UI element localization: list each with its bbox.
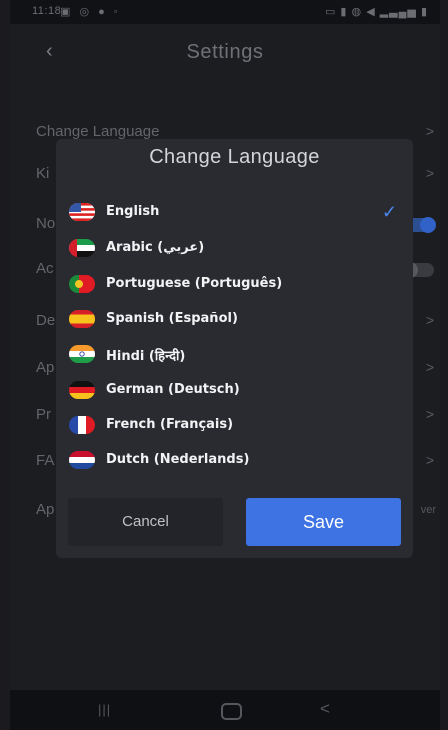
page-title: Settings [186,41,264,63]
language-option[interactable]: Dutch (Nederlands) [56,445,413,479]
settings-item-value: ver [420,504,436,516]
language-option[interactable]: German (Deutsch) [56,375,413,409]
language-label: Portuguese (Português) [106,276,283,291]
language-option[interactable]: Portuguese (Português) [56,269,413,303]
chevron-right-icon: > [425,359,434,375]
portugal-flag-icon [69,275,95,293]
india-flag-icon [69,345,95,363]
settings-item-label: Pr [36,406,51,423]
spain-flag-icon [69,310,95,328]
notification-icons: ▣ ◎ ● ◦ [60,6,121,18]
language-option[interactable]: English ✓ [56,197,413,231]
android-nav-bar: ||| < [10,690,440,730]
language-label: Arabic (عربي) [106,240,205,255]
nav-back-icon[interactable]: < [320,699,330,719]
language-label: German (Deutsch) [106,382,240,397]
language-label: Spanish (Español) [106,311,238,326]
status-bar: 11:18 ▣ ◎ ● ◦ ▭ ▮ ◍ ◀ ▂▃▄▅ ▮ [10,0,440,24]
france-flag-icon [69,416,95,434]
settings-item-label: No [36,215,56,232]
settings-item-label: Ac [36,260,54,277]
germany-flag-icon [69,381,95,399]
netherlands-flag-icon [69,451,95,469]
chevron-right-icon: > [425,123,434,139]
language-label: French (Français) [106,417,234,432]
chevron-right-icon: > [425,312,434,328]
status-time: 11:18 [32,5,62,17]
us-flag-icon [69,203,95,221]
language-option[interactable]: Arabic (عربي) [56,233,413,267]
settings-item-label: FA [36,452,55,469]
cancel-button[interactable]: Cancel [68,498,223,546]
recents-icon[interactable]: ||| [98,702,114,718]
home-icon[interactable] [221,703,242,720]
system-status-icons: ▭ ▮ ◍ ◀ ▂▃▄▅ ▮ [324,6,428,18]
change-language-dialog: Change Language English ✓ Arabic (عربي) Por… [56,139,413,558]
settings-item-label: Change Language [36,123,160,140]
uae-flag-icon [69,239,95,257]
settings-item-label: Ki [36,165,50,182]
language-label: English [106,204,160,219]
settings-item-label: De [36,312,56,329]
app-header: ‹ Settings [10,24,440,84]
checkmark-icon: ✓ [381,202,397,222]
dialog-title: Change Language [149,146,320,168]
chevron-right-icon: > [425,452,434,468]
toggle-knob [420,217,436,233]
settings-item-label: Ap [36,501,55,518]
language-option[interactable]: Spanish (Español) [56,304,413,338]
chevron-right-icon: > [425,406,434,422]
chevron-right-icon: > [425,165,434,181]
language-option[interactable]: French (Français) [56,410,413,444]
save-button[interactable]: Save [246,498,401,546]
settings-item-label: Ap [36,359,55,376]
language-label: Dutch (Nederlands) [106,452,250,467]
phone-screen: 11:18 ▣ ◎ ● ◦ ▭ ▮ ◍ ◀ ▂▃▄▅ ▮ ‹ Settings … [10,0,440,730]
language-option[interactable]: Hindi (हिन्दी) [56,339,413,373]
language-label: Hindi (हिन्दी) [106,349,186,364]
